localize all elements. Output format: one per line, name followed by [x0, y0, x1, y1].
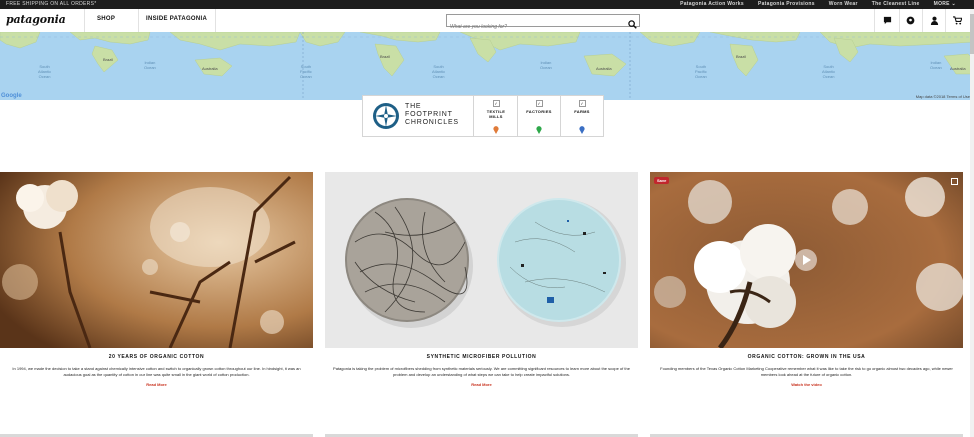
watch-video-link[interactable]: Watch the video — [650, 382, 963, 387]
footprint-map[interactable]: South Atlantic Ocean Indian Ocean South … — [0, 32, 974, 100]
ocean-label: South Pacific Ocean — [695, 64, 707, 79]
story-card: SYNTHETIC MICROFIBER POLLUTION Patagonia… — [325, 172, 638, 387]
cart-icon[interactable] — [951, 14, 963, 26]
ocean-label: South Atlantic Ocean — [38, 64, 52, 79]
free-shipping-promo[interactable]: FREE SHIPPING ON ALL ORDERS* — [6, 1, 96, 7]
card-description: Patagonia is taking the problem of micro… — [333, 366, 630, 377]
patagonia-logo[interactable]: patagonia — [6, 13, 66, 26]
card-description: Founding members of the Texas Organic Co… — [660, 366, 953, 377]
read-more-link[interactable]: Read More — [325, 382, 638, 387]
nav-divider — [899, 9, 900, 32]
play-video-icon[interactable] — [795, 249, 817, 271]
footprint-chronicles-legend: THE FOOTPRINT CHRONICLES ✓ TEXTILE MILLS… — [362, 95, 604, 137]
cotton-boll-video[interactable]: Save — [650, 172, 963, 348]
nav-inside-patagonia[interactable]: INSIDE PATAGONIA — [146, 16, 207, 22]
card-title: SYNTHETIC MICROFIBER POLLUTION — [426, 354, 537, 360]
country-label: Australia — [596, 66, 612, 71]
nav-divider — [84, 9, 85, 32]
search-input[interactable] — [447, 22, 620, 32]
nav-divider — [874, 9, 875, 32]
legend-toggle-textile-mills[interactable]: ✓ TEXTILE MILLS — [474, 100, 518, 134]
card-description: In 1994, we made the decision to take a … — [12, 366, 301, 377]
link-cleanest-line[interactable]: The Cleanest Line — [872, 1, 920, 7]
compass-logo-icon — [372, 102, 400, 135]
story-card: 20 YEARS OF ORGANIC COTTON In 1994, we m… — [0, 172, 313, 387]
card-title: 20 YEARS OF ORGANIC COTTON — [108, 354, 205, 360]
card-title: ORGANIC COTTON: GROWN IN THE USA — [747, 354, 866, 360]
nav-shop[interactable]: SHOP — [97, 16, 115, 22]
country-label: Australia — [202, 66, 218, 71]
ocean-label: Indian Ocean — [540, 60, 552, 70]
country-label: Brazil — [103, 57, 114, 62]
ocean-label: South Pacific Ocean — [300, 64, 312, 79]
microfiber-photo[interactable] — [325, 172, 638, 348]
checkbox[interactable]: ✓ — [535, 100, 543, 107]
link-worn-wear[interactable]: Worn Wear — [829, 1, 858, 7]
legend-label: FARMS — [574, 109, 590, 114]
ocean-label: Indian Ocean — [144, 60, 156, 70]
read-more-link[interactable]: Read More — [0, 382, 313, 387]
search-box — [446, 14, 640, 32]
more-menu[interactable]: MORE — [934, 1, 956, 7]
link-action-works[interactable]: Patagonia Action Works — [680, 1, 744, 7]
page-scrollbar[interactable] — [970, 9, 974, 437]
ocean-label: South Atlantic Ocean — [432, 64, 446, 79]
blue-pin-icon — [579, 121, 585, 134]
fullscreen-icon[interactable] — [951, 178, 958, 185]
checkbox[interactable]: ✓ — [578, 100, 586, 107]
utility-links: Patagonia Action Works Patagonia Provisi… — [680, 1, 956, 7]
cotton-photo[interactable] — [0, 172, 313, 348]
story-card: Save ORGANIC COTTON: GROWN IN THE USA Fo… — [650, 172, 963, 387]
legend-title-line: FOOTPRINT — [405, 111, 453, 118]
nav-divider — [945, 9, 946, 32]
legend-title: THE FOOTPRINT CHRONICLES — [405, 103, 459, 127]
orange-pin-icon — [493, 121, 499, 134]
google-logo: Google — [1, 93, 22, 99]
country-label: Australia — [950, 66, 966, 71]
promo-bar: FREE SHIPPING ON ALL ORDERS* Patagonia A… — [0, 0, 974, 9]
chat-icon[interactable] — [881, 14, 893, 26]
account-icon[interactable] — [928, 14, 940, 26]
legend-title-line: THE — [405, 103, 422, 110]
ocean-label: Indian Ocean — [930, 60, 942, 70]
location-icon[interactable] — [904, 14, 916, 26]
ocean-label: South Atlantic Ocean — [822, 64, 836, 79]
link-provisions[interactable]: Patagonia Provisions — [758, 1, 815, 7]
legend-toggle-factories[interactable]: ✓ FACTORIES — [517, 100, 561, 134]
map-attribution[interactable]: Map data ©2018 Terms of Use — [916, 94, 970, 99]
pinterest-save-button[interactable]: Save — [654, 177, 670, 184]
checkbox[interactable]: ✓ — [492, 100, 500, 107]
main-nav: patagonia SHOP INSIDE PATAGONIA — [0, 9, 974, 33]
nav-divider — [138, 9, 139, 32]
country-label: Brazil — [736, 54, 747, 59]
country-label: Brazil — [380, 54, 391, 59]
green-pin-icon — [536, 121, 542, 134]
nav-divider — [922, 9, 923, 32]
scrollbar-thumb[interactable] — [970, 14, 974, 54]
legend-label: FACTORIES — [526, 109, 552, 114]
legend-toggle-farms[interactable]: ✓ FARMS — [560, 100, 604, 134]
legend-label: TEXTILE MILLS — [486, 109, 506, 119]
nav-divider — [215, 9, 216, 32]
legend-title-line: CHRONICLES — [405, 119, 459, 126]
